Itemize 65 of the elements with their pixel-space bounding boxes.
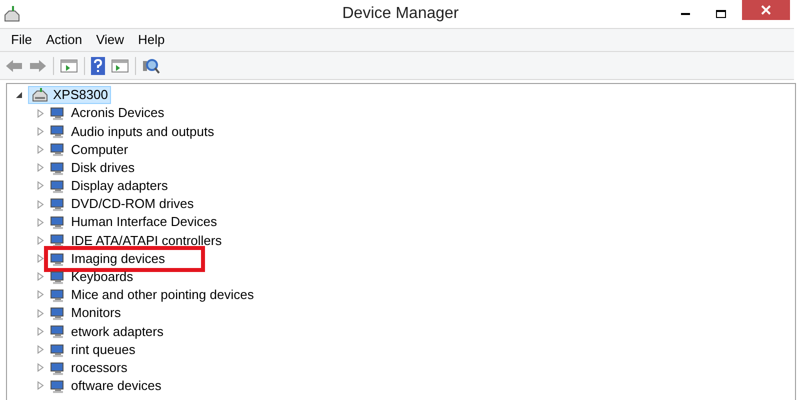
computer-icon — [31, 87, 49, 103]
close-button[interactable] — [742, 0, 790, 20]
tree-item[interactable]: Display adapters — [50, 176, 170, 195]
expand-arrow-icon[interactable] — [37, 345, 44, 354]
tree-item[interactable]: Acronis Devices — [50, 104, 166, 122]
expand-arrow-icon[interactable] — [37, 363, 44, 372]
window-title: Device Manager — [342, 4, 459, 24]
forward-icon[interactable] — [29, 58, 47, 72]
collapse-arrow-icon[interactable] — [15, 91, 23, 99]
device-icon — [50, 160, 66, 176]
tree-item[interactable]: Human Interface Devices — [50, 213, 219, 232]
tree-item[interactable]: etwork adapters — [50, 322, 166, 340]
device-icon — [50, 232, 66, 248]
tree-item[interactable]: Computer — [50, 140, 130, 158]
expand-arrow-icon[interactable] — [37, 308, 44, 318]
menu-item[interactable]: Action — [40, 30, 88, 50]
device-icon — [50, 305, 66, 322]
tree-item[interactable]: Imaging devices — [48, 250, 201, 268]
app-icon — [3, 5, 21, 23]
expand-arrow-icon[interactable] — [37, 236, 44, 245]
device-icon — [50, 123, 66, 140]
tree-item[interactable]: rint queues — [50, 340, 138, 359]
device-icon — [50, 268, 66, 285]
expand-arrow-icon[interactable] — [37, 272, 44, 282]
tree-item[interactable]: Keyboards — [50, 268, 136, 286]
expand-arrow-icon[interactable] — [37, 326, 44, 336]
menu-item[interactable]: View — [91, 30, 130, 50]
menu-item[interactable]: Help — [133, 30, 170, 50]
expand-arrow-icon[interactable] — [37, 254, 44, 264]
device-icon — [50, 196, 66, 212]
close-icon — [761, 5, 771, 15]
tree-item[interactable]: Monitors — [50, 304, 123, 322]
expand-arrow-icon[interactable] — [37, 144, 44, 154]
tree-item[interactable]: rocessors — [50, 358, 130, 377]
expand-arrow-icon[interactable] — [37, 108, 44, 118]
console-tree-icon[interactable] — [60, 58, 78, 72]
device-icon — [50, 141, 66, 158]
scan-hardware-icon[interactable] — [142, 56, 160, 74]
expand-arrow-icon[interactable] — [37, 218, 44, 227]
device-icon — [50, 250, 66, 267]
expand-arrow-icon[interactable] — [37, 181, 44, 190]
device-icon — [50, 342, 66, 358]
device-icon — [50, 378, 66, 394]
tree-item[interactable]: Disk drives — [50, 158, 137, 177]
tree-item[interactable]: oftware devices — [50, 376, 164, 395]
tree-item[interactable]: DVD/CD-ROM drives — [50, 195, 196, 214]
tree-item[interactable]: IDE ATA/ATAPI controllers — [50, 231, 224, 250]
expand-arrow-icon[interactable] — [37, 163, 44, 172]
device-icon — [50, 286, 66, 303]
expand-arrow-icon[interactable] — [37, 200, 44, 209]
back-icon[interactable] — [5, 58, 23, 72]
tree-item[interactable]: Mice and other pointing devices — [50, 286, 256, 304]
expand-arrow-icon[interactable] — [37, 381, 44, 390]
device-icon — [50, 178, 66, 194]
device-icon — [50, 105, 66, 122]
action-pane-icon[interactable] — [111, 58, 129, 72]
device-icon — [50, 323, 66, 340]
device-icon — [50, 214, 66, 230]
expand-arrow-icon[interactable] — [37, 290, 44, 300]
tree-item[interactable]: XPS8300 — [28, 86, 111, 104]
expand-arrow-icon[interactable] — [37, 126, 44, 136]
tree-item[interactable]: Audio inputs and outputs — [50, 122, 216, 140]
device-icon — [50, 360, 66, 376]
help-icon[interactable] — [91, 56, 105, 74]
menu-item[interactable]: File — [6, 30, 37, 50]
